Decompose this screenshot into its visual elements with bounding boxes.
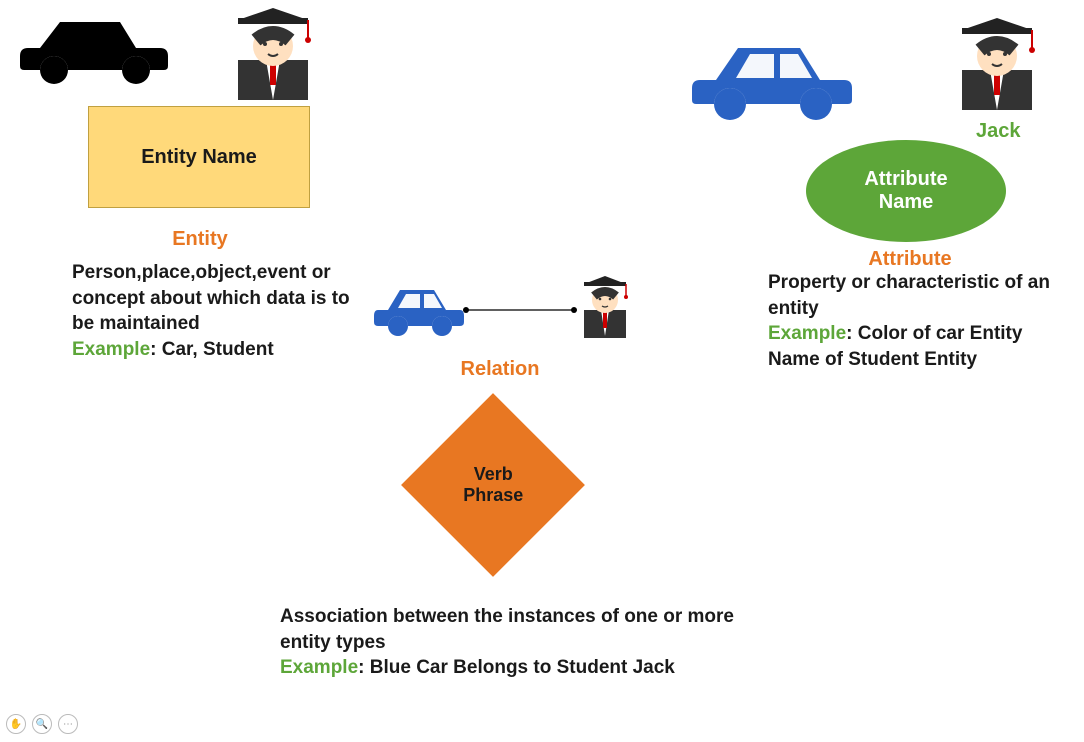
relation-description: Association between the instances of one… xyxy=(280,604,750,681)
car-blue-icon-relation xyxy=(368,280,468,343)
car-black-icon xyxy=(10,8,170,95)
attribute-desc-text: Property or characteristic of an entity xyxy=(768,272,1050,319)
attribute-ellipse-label: AttributeName xyxy=(864,168,947,214)
entity-box: Entity Name xyxy=(88,106,310,208)
relation-title: Relation xyxy=(450,358,550,381)
entity-example-text: : Car, Student xyxy=(150,339,274,360)
entity-title: Entity xyxy=(150,228,250,251)
attribute-description: Property or characteristic of an entity … xyxy=(768,270,1068,373)
attribute-example-label: Example xyxy=(768,323,846,344)
car-blue-icon-top xyxy=(680,30,860,135)
entity-desc-text: Person,place,object,event or concept abo… xyxy=(72,262,350,334)
student-icon-1 xyxy=(218,0,328,113)
relation-example-label: Example xyxy=(280,657,358,678)
footer-controls: ✋ 🔍 ⋯ xyxy=(6,714,78,734)
jack-label: Jack xyxy=(976,120,1021,143)
relation-diamond: VerbPhrase xyxy=(401,393,585,577)
attribute-ellipse: AttributeName xyxy=(806,140,1006,242)
hand-icon[interactable]: ✋ xyxy=(6,714,26,734)
relation-example-text: : Blue Car Belongs to Student Jack xyxy=(358,657,675,678)
entity-description: Person,place,object,event or concept abo… xyxy=(72,260,352,363)
relation-diamond-wrapper: VerbPhrase xyxy=(428,420,558,550)
relation-line xyxy=(460,300,580,320)
entity-example-label: Example xyxy=(72,339,150,360)
attribute-title: Attribute xyxy=(855,248,965,271)
student-icon-2 xyxy=(942,10,1052,123)
relation-desc-text: Association between the instances of one… xyxy=(280,606,734,653)
more-icon[interactable]: ⋯ xyxy=(58,714,78,734)
student-icon-relation xyxy=(570,270,640,347)
relation-diamond-label: VerbPhrase xyxy=(463,464,523,505)
zoom-icon[interactable]: 🔍 xyxy=(32,714,52,734)
entity-box-label: Entity Name xyxy=(141,146,257,169)
